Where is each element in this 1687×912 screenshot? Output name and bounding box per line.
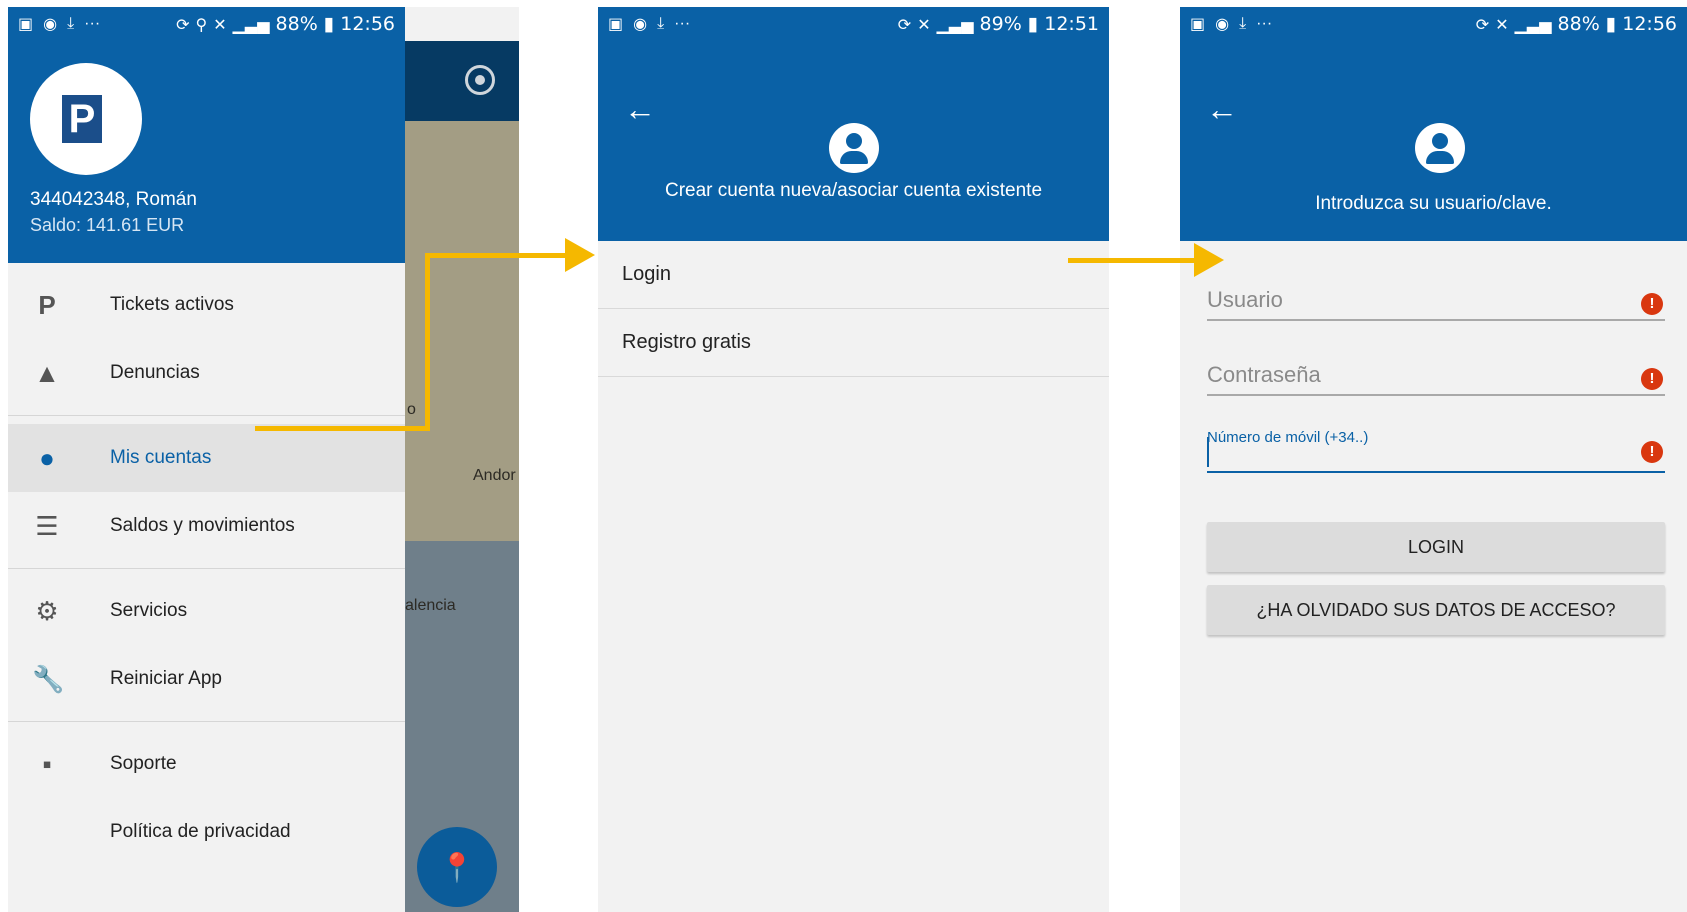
mobile-field[interactable]: ! <box>1207 429 1665 473</box>
location-button[interactable]: 📍 <box>417 827 497 907</box>
page-title: Crear cuenta nueva/asociar cuenta existe… <box>664 180 1043 201</box>
account-options-list: Login Registro gratis <box>598 241 1109 377</box>
download-icon: ⤓ <box>1239 15 1247 32</box>
field-underline <box>1207 394 1665 396</box>
map-label: Andor <box>473 467 516 484</box>
sync-icon: ⟳ <box>897 14 912 34</box>
password-field[interactable]: Contraseña ! <box>1207 362 1665 396</box>
login-button[interactable]: LOGIN <box>1207 522 1665 572</box>
more-icon: ··· <box>674 15 691 32</box>
image-icon: ▣ <box>18 16 34 33</box>
drawer-header: P 344042348, Román Saldo: 141.61 EUR <box>8 41 405 263</box>
back-arrow-icon[interactable]: ← <box>624 91 656 128</box>
list-icon: ☰ <box>35 510 59 541</box>
phone-screen-accounts: ▣ ◉ ⤓ ··· ⟳ ✕ ▁▃▅ 89% ▮ 12:51 ← Crear cuenta nue… <box>598 7 1109 912</box>
page-title: Introduzca su usuario/clave. <box>1315 193 1552 214</box>
status-bar: ▣ ◉ ⤓ ··· ⟳ ✕ ▁▃▅ 88% ▮ 12:56 <box>1180 7 1687 41</box>
text-cursor <box>1207 437 1209 467</box>
user-status-icon: ◉ <box>43 16 58 33</box>
account-balance: Saldo: 141.61 EUR <box>30 215 185 235</box>
battery-percent: 88% <box>1557 13 1600 35</box>
warning-icon: ▲ <box>34 357 60 388</box>
battery-icon: ▮ <box>1605 13 1617 35</box>
image-icon: ▣ <box>608 16 624 33</box>
user-status-icon: ◉ <box>633 16 648 33</box>
sync-icon: ⟳ <box>176 14 190 34</box>
user-status-icon: ◉ <box>1215 16 1230 33</box>
menu-item-soporte[interactable]: ▪ Soporte <box>8 730 405 798</box>
menu-item-tickets-activos[interactable]: P Tickets activos <box>8 271 405 339</box>
phone-screen-menu: o Andor alencia 📍 ▣ ◉ ⤓ ··· ⟳ ⚲ ✕ ▁▃▅ 88% ▮ 12:56… <box>8 7 519 912</box>
more-icon: ··· <box>84 15 101 32</box>
status-time: 12:56 <box>1622 13 1677 35</box>
list-item-registro[interactable]: Registro gratis <box>598 309 1109 377</box>
menu-item-servicios[interactable]: ⚙ Servicios <box>8 577 405 645</box>
status-time: 12:56 <box>340 13 395 35</box>
signal-icon: ▁▃▅ <box>232 14 270 34</box>
menu-item-reiniciar-app[interactable]: 🔧 Reiniciar App <box>8 645 405 713</box>
parking-icon: P <box>38 289 56 320</box>
gps-icon[interactable] <box>465 65 495 95</box>
pin-icon: 📍 <box>439 851 475 883</box>
map-label: o <box>407 401 416 418</box>
account-icon: ● <box>39 442 55 473</box>
battery-percent: 88% <box>275 13 318 35</box>
feedback-icon: ▪ <box>42 748 52 779</box>
password-placeholder: Contraseña <box>1207 362 1321 387</box>
app-logo: P <box>30 63 142 175</box>
wrench-icon: 🔧 <box>32 663 65 694</box>
menu-item-saldos[interactable]: ☰ Saldos y movimientos <box>8 492 405 560</box>
drawer-menu: P Tickets activos ▲ Denuncias ● Mis cuen… <box>8 263 405 866</box>
status-time: 12:51 <box>1044 13 1099 35</box>
username-field[interactable]: Usuario ! <box>1207 287 1665 321</box>
error-icon: ! <box>1641 441 1663 463</box>
signal-icon: ▁▃▅ <box>1514 14 1552 34</box>
sync-icon: ⟳ <box>1475 14 1490 34</box>
arrow-head-icon <box>565 238 595 272</box>
map-label: alencia <box>405 597 456 614</box>
field-underline <box>1207 471 1665 473</box>
map-toolbar <box>405 41 519 121</box>
location-status-icon: ⚲ <box>195 14 208 34</box>
account-id: 344042348, Román <box>30 189 197 210</box>
status-bar: ▣ ◉ ⤓ ··· ⟳ ⚲ ✕ ▁▃▅ 88% ▮ 12:56 <box>8 7 405 41</box>
menu-item-mis-cuentas[interactable]: ● Mis cuentas <box>8 424 405 492</box>
error-icon: ! <box>1641 368 1663 390</box>
phone-screen-login: ▣ ◉ ⤓ ··· ⟳ ✕ ▁▃▅ 88% ▮ 12:56 ← Introduzca su us… <box>1180 7 1687 912</box>
error-icon: ! <box>1641 293 1663 315</box>
download-icon: ⤓ <box>657 15 665 32</box>
mute-icon: ✕ <box>1495 14 1509 34</box>
field-underline <box>1207 319 1665 321</box>
username-placeholder: Usuario <box>1207 287 1283 312</box>
account-circle-icon <box>829 123 879 173</box>
more-icon: ··· <box>1256 15 1273 32</box>
back-arrow-icon[interactable]: ← <box>1206 91 1238 128</box>
status-bar: ▣ ◉ ⤓ ··· ⟳ ✕ ▁▃▅ 89% ▮ 12:51 <box>598 7 1109 41</box>
forgot-access-button[interactable]: ¿HA OLVIDADO SUS DATOS DE ACCESO? <box>1207 585 1665 635</box>
mute-icon: ✕ <box>917 14 931 34</box>
accounts-header: ← Crear cuenta nueva/asociar cuenta exis… <box>598 41 1109 241</box>
list-item-login[interactable]: Login <box>598 241 1109 309</box>
menu-item-denuncias[interactable]: ▲ Denuncias <box>8 339 405 407</box>
download-icon: ⤓ <box>67 15 75 32</box>
divider <box>8 721 405 722</box>
arrow-head-icon <box>1194 243 1224 277</box>
divider <box>8 568 405 569</box>
gear-icon: ⚙ <box>35 595 59 626</box>
divider <box>8 415 405 416</box>
mute-icon: ✕ <box>213 14 227 34</box>
nav-drawer: ▣ ◉ ⤓ ··· ⟳ ⚲ ✕ ▁▃▅ 88% ▮ 12:56 P 344042348, Romá… <box>8 7 405 912</box>
image-icon: ▣ <box>1190 16 1206 33</box>
account-circle-icon <box>1415 123 1465 173</box>
battery-icon: ▮ <box>1027 13 1039 35</box>
battery-percent: 89% <box>979 13 1022 35</box>
battery-icon: ▮ <box>323 13 335 35</box>
login-header: ← Introduzca su usuario/clave. <box>1180 41 1687 241</box>
map-view[interactable]: o Andor alencia 📍 <box>405 41 519 912</box>
signal-icon: ▁▃▅ <box>936 14 974 34</box>
menu-item-privacidad[interactable]: Política de privacidad <box>8 798 405 866</box>
